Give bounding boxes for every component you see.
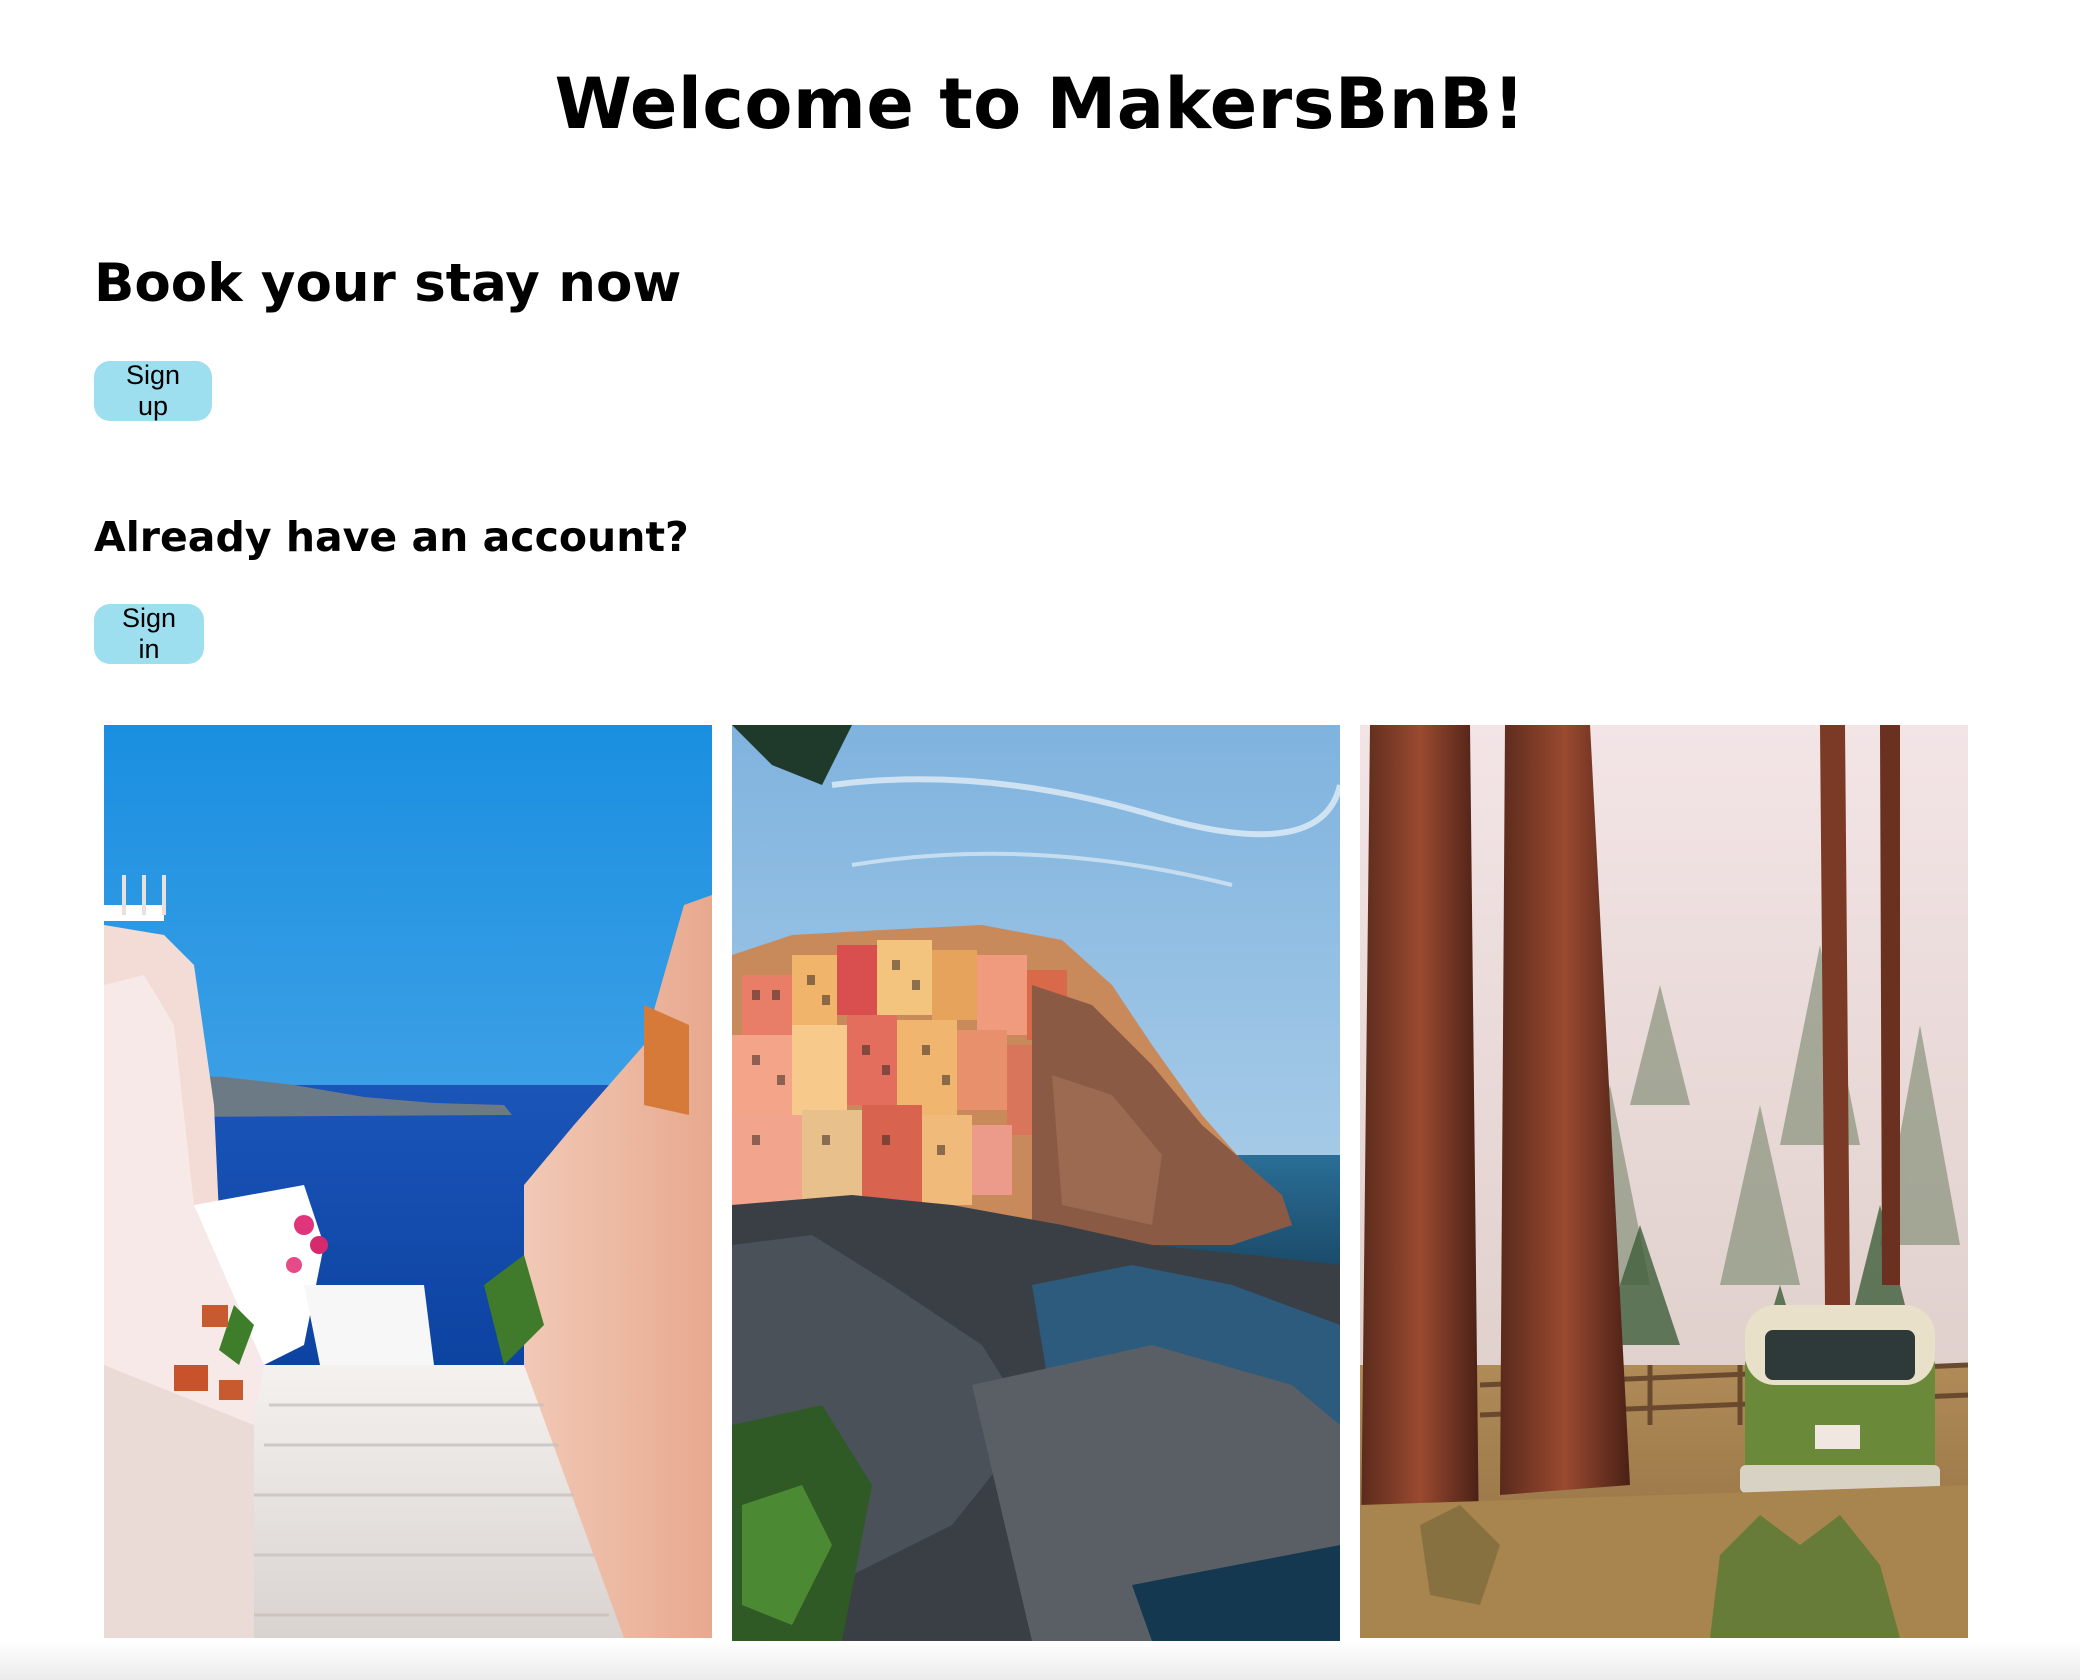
account-heading: Already have an account?: [94, 513, 689, 561]
page-title: Welcome to MakersBnB!: [554, 63, 1526, 145]
cinque-terre-image: [732, 725, 1340, 1641]
book-heading: Book your stay now: [94, 253, 682, 314]
santorini-photo: [104, 725, 712, 1638]
forest-van-image: [1360, 725, 1968, 1638]
sign-up-button[interactable]: Sign up: [94, 360, 212, 421]
page: Welcome to MakersBnB! Book your stay now…: [0, 0, 2080, 1680]
cinque-terre-photo: [732, 725, 1340, 1641]
forest-van-photo: [1360, 725, 1968, 1638]
santorini-image: [104, 725, 712, 1638]
photo-gallery: [0, 725, 2080, 1641]
sign-in-button[interactable]: Sign in: [94, 603, 204, 664]
bottom-scroll-shadow: [0, 1640, 2080, 1680]
